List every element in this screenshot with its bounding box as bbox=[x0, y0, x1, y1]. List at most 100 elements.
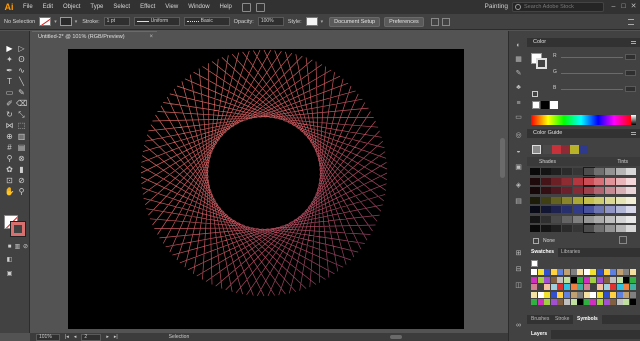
brushes-panel-icon[interactable]: ✎ bbox=[514, 69, 523, 78]
first-artboard-icon[interactable]: |◂ bbox=[65, 334, 69, 340]
menu-help[interactable]: Help bbox=[215, 0, 237, 14]
shade-swatch[interactable] bbox=[582, 186, 595, 195]
shade-swatch[interactable] bbox=[594, 225, 605, 232]
shade-swatch[interactable] bbox=[615, 168, 626, 175]
next-artboard-icon[interactable]: ▸ bbox=[106, 334, 109, 340]
color-swatch[interactable] bbox=[550, 284, 557, 290]
color-swatch[interactable] bbox=[550, 291, 557, 298]
swatch-grid[interactable] bbox=[531, 269, 636, 307]
color-swatch[interactable] bbox=[577, 269, 584, 275]
g-value-field[interactable] bbox=[625, 70, 636, 76]
menu-view[interactable]: View bbox=[160, 0, 183, 14]
shade-swatch[interactable] bbox=[551, 168, 562, 175]
shaper-tool-icon[interactable]: ✐ bbox=[4, 98, 15, 109]
control-bar-menu-icon[interactable] bbox=[628, 18, 634, 25]
color-swatch[interactable] bbox=[557, 299, 564, 305]
shade-swatch[interactable] bbox=[540, 206, 551, 213]
slice-tool-icon[interactable]: ⊘ bbox=[16, 175, 27, 186]
shade-swatch[interactable] bbox=[562, 196, 573, 204]
color-swatch[interactable] bbox=[544, 276, 551, 283]
transform-panel-icon[interactable]: ⊞ bbox=[514, 249, 523, 258]
shade-swatch[interactable] bbox=[594, 187, 605, 194]
screen-mode-icon[interactable]: ▣ bbox=[4, 269, 15, 280]
color-swatch[interactable] bbox=[603, 276, 610, 283]
menu-file[interactable]: File bbox=[18, 0, 38, 14]
artboard[interactable] bbox=[68, 49, 464, 329]
minimize-icon[interactable]: – bbox=[609, 2, 618, 11]
free-transform-tool-icon[interactable]: ⬚ bbox=[16, 120, 27, 131]
tab-brushes[interactable]: Brushes bbox=[527, 315, 553, 324]
shade-swatch[interactable] bbox=[594, 168, 605, 175]
shade-swatch[interactable] bbox=[615, 225, 626, 232]
color-swatch[interactable] bbox=[610, 291, 617, 298]
color-swatch[interactable] bbox=[630, 299, 636, 305]
shade-swatch[interactable] bbox=[582, 214, 595, 224]
preferences-button[interactable]: Preferences bbox=[384, 16, 424, 27]
guide-swatch-5[interactable] bbox=[579, 145, 588, 154]
shade-swatch[interactable] bbox=[572, 196, 583, 204]
color-swatch[interactable] bbox=[583, 291, 590, 298]
color-swatch[interactable] bbox=[590, 291, 597, 298]
vertical-scrollbar[interactable] bbox=[498, 43, 507, 333]
shade-swatch[interactable] bbox=[540, 187, 551, 194]
color-swatch[interactable] bbox=[577, 276, 584, 283]
shade-swatch[interactable] bbox=[551, 196, 562, 204]
color-swatch[interactable] bbox=[616, 276, 623, 283]
style-label[interactable]: Style: bbox=[288, 19, 302, 25]
type-tool-icon[interactable]: T bbox=[4, 76, 15, 87]
shade-swatch[interactable] bbox=[604, 196, 615, 204]
shade-swatch[interactable] bbox=[562, 206, 573, 213]
color-swatch[interactable] bbox=[557, 284, 564, 290]
shade-swatch[interactable] bbox=[530, 187, 540, 194]
paintbrush-tool-icon[interactable]: ✎ bbox=[16, 87, 27, 98]
close-document-icon[interactable]: × bbox=[149, 32, 153, 43]
swatch-fill-indicator[interactable] bbox=[531, 260, 538, 267]
guide-swatch-2[interactable] bbox=[552, 145, 561, 154]
shade-swatch[interactable] bbox=[626, 196, 637, 204]
variable-width-profile[interactable]: Uniform bbox=[133, 17, 180, 26]
color-swatch[interactable] bbox=[597, 276, 603, 283]
fill-dropdown-icon[interactable]: ▾ bbox=[54, 19, 57, 25]
tab-layers[interactable]: Layers bbox=[527, 330, 552, 339]
artboards-panel-icon[interactable]: ▤ bbox=[514, 197, 523, 206]
stroke-dropdown-icon[interactable]: ▾ bbox=[75, 19, 78, 25]
stroke-label[interactable]: Stroke: bbox=[82, 19, 99, 25]
stroke-weight-field[interactable]: 1 pt bbox=[103, 17, 130, 26]
limit-color-group-icon[interactable] bbox=[533, 238, 539, 244]
shade-swatch[interactable] bbox=[604, 215, 615, 223]
color-swatch[interactable] bbox=[550, 299, 557, 305]
rotate-tool-icon[interactable]: ↻ bbox=[4, 109, 15, 120]
shade-swatch[interactable] bbox=[626, 177, 637, 185]
color-swatch[interactable] bbox=[577, 284, 584, 290]
color-swatch[interactable] bbox=[564, 291, 570, 298]
opacity-label[interactable]: Opacity: bbox=[234, 19, 254, 25]
color-swatch[interactable] bbox=[550, 276, 557, 283]
tab-swatches[interactable]: Swatches bbox=[527, 248, 559, 257]
menu-edit[interactable]: Edit bbox=[38, 0, 58, 14]
shades-tints-grid[interactable] bbox=[530, 167, 637, 236]
color-swatch[interactable] bbox=[623, 269, 630, 275]
shade-swatch[interactable] bbox=[594, 206, 605, 213]
shade-swatch[interactable] bbox=[626, 206, 637, 213]
b-value-field[interactable] bbox=[625, 86, 636, 92]
maximize-icon[interactable]: □ bbox=[619, 2, 628, 11]
color-swatch[interactable] bbox=[557, 291, 564, 298]
draw-mode-icon[interactable]: ◧ bbox=[4, 255, 15, 266]
last-artboard-icon[interactable]: ▸| bbox=[114, 334, 118, 340]
color-panel-menu-icon[interactable] bbox=[631, 41, 636, 44]
color-swatch[interactable] bbox=[610, 276, 617, 283]
width-tool-icon[interactable]: ⋈ bbox=[4, 120, 15, 131]
lasso-tool-icon[interactable]: ʘ bbox=[16, 54, 27, 65]
color-swatch[interactable] bbox=[557, 276, 564, 283]
color-swatch[interactable] bbox=[603, 284, 610, 290]
color-spectrum-bar[interactable] bbox=[531, 115, 631, 125]
transform-icon[interactable] bbox=[441, 17, 450, 26]
color-guide-panel-header[interactable]: Color Guide bbox=[527, 129, 640, 138]
shade-swatch[interactable] bbox=[604, 177, 615, 185]
menu-window[interactable]: Window bbox=[183, 0, 214, 14]
hand-tool-icon[interactable]: ✋ bbox=[4, 186, 15, 197]
color-swatch[interactable] bbox=[577, 299, 584, 305]
color-swatch[interactable] bbox=[583, 276, 590, 283]
color-swatch[interactable] bbox=[544, 299, 551, 305]
layers-panel-icon[interactable]: ◈ bbox=[514, 181, 523, 190]
